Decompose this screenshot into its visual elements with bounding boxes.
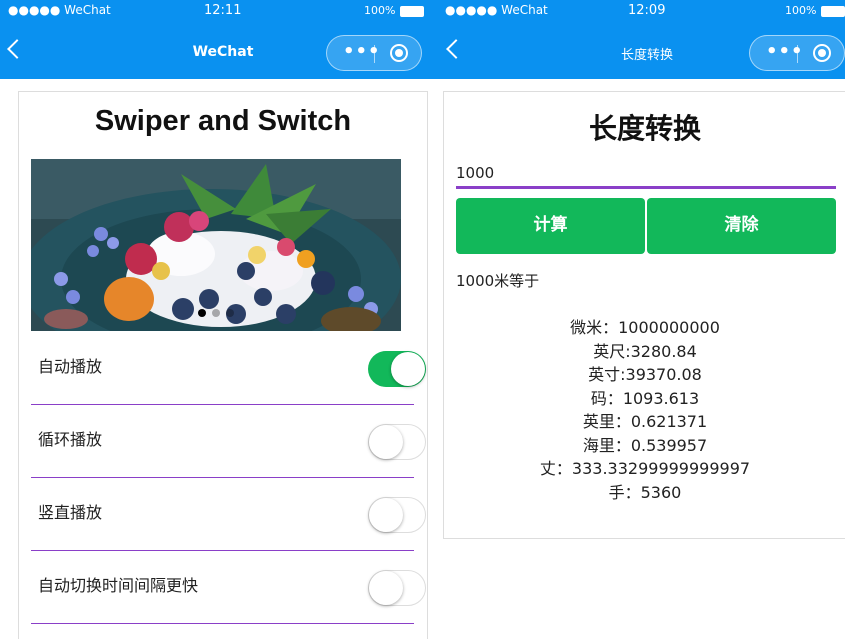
result-line: 丈：333.33299999999997	[539, 459, 751, 478]
result-header: 1000米等于	[456, 272, 540, 290]
capsule-divider	[374, 45, 375, 63]
battery-icon	[400, 6, 424, 17]
autoplay-switch[interactable]	[368, 351, 426, 387]
clear-button[interactable]: 清除	[647, 198, 836, 254]
switch-knob	[369, 498, 403, 532]
switch-knob	[369, 425, 403, 459]
result-line: 码：1093.613	[590, 388, 700, 408]
faster-interval-switch[interactable]	[368, 570, 426, 606]
results-list: 微米：1000000000 英尺:3280.84 英寸:39370.08 码：1…	[444, 316, 845, 504]
loop-switch[interactable]	[368, 424, 426, 460]
status-bar: ●●●●● WeChat 12:09 100%	[437, 0, 845, 22]
content-card: 长度转换 1000 计算 清除 1000米等于 微米：1000000000 英尺…	[443, 91, 845, 539]
setting-label: 竖直播放	[38, 503, 103, 522]
phone-length-converter: ●●●●● WeChat 12:09 100% 长度转换 ••• 长度转换 10…	[437, 0, 845, 639]
swiper-dot[interactable]	[212, 309, 220, 317]
result-line: 海里：0.539957	[582, 435, 708, 455]
menu-capsule[interactable]: •••	[326, 35, 422, 71]
battery-percent: 100%	[364, 4, 396, 17]
switch-knob	[369, 571, 403, 605]
setting-row-loop: 循环播放	[31, 404, 426, 478]
page-title: Swiper and Switch	[94, 105, 352, 137]
calculate-button[interactable]: 计算	[456, 198, 645, 254]
close-miniprogram-icon[interactable]	[390, 44, 408, 62]
back-icon[interactable]	[446, 39, 466, 59]
result-line: 英尺:3280.84	[593, 341, 697, 361]
swiper-indicator	[31, 302, 401, 321]
carrier-label: ●●●●● WeChat	[8, 3, 111, 17]
setting-label: 自动播放	[38, 357, 103, 376]
swiper-dot[interactable]	[226, 309, 234, 317]
status-bar: ●●●●● WeChat 12:11 100%	[0, 0, 437, 22]
nav-title: 长度转换	[620, 48, 673, 63]
carrier-label: ●●●●● WeChat	[445, 3, 548, 17]
setting-label: 循环播放	[38, 430, 103, 449]
back-icon[interactable]	[7, 39, 27, 59]
image-swiper[interactable]	[31, 159, 401, 331]
setting-label: 自动切换时间间隔更快	[38, 576, 199, 595]
swiper-dot[interactable]	[198, 309, 206, 317]
content-card: Swiper and Switch 自动播放 循环播放 竖直播放 自动切换时间间…	[18, 91, 428, 639]
phone-swiper-switch: ●●●●● WeChat 12:11 100% WeChat ••• Swipe…	[0, 0, 437, 639]
setting-row-autoplay: 自动播放	[31, 331, 426, 405]
setting-row-faster-interval: 自动切换时间间隔更快	[31, 550, 426, 624]
page-title: 长度转换	[588, 112, 701, 145]
switch-knob	[391, 352, 425, 386]
nav-bar: ●●●●● WeChat 12:09 100% 长度转换 •••	[437, 0, 845, 79]
status-time: 12:11	[204, 3, 242, 18]
status-time: 12:09	[628, 3, 666, 18]
vertical-switch[interactable]	[368, 497, 426, 533]
length-input[interactable]: 1000	[456, 162, 836, 189]
result-line: 微米：1000000000	[570, 318, 720, 337]
battery-percent: 100%	[785, 4, 817, 17]
battery-icon	[821, 6, 845, 17]
close-miniprogram-icon[interactable]	[813, 44, 831, 62]
nav-bar: ●●●●● WeChat 12:11 100% WeChat •••	[0, 0, 437, 79]
capsule-divider	[797, 45, 798, 63]
result-line: 英里：0.621371	[582, 412, 708, 431]
nav-title: WeChat	[192, 44, 254, 60]
setting-row-vertical: 竖直播放	[31, 477, 426, 551]
result-line: 英寸:39370.08	[588, 365, 702, 384]
result-line: 手：5360	[608, 482, 682, 502]
menu-capsule[interactable]: •••	[749, 35, 845, 71]
